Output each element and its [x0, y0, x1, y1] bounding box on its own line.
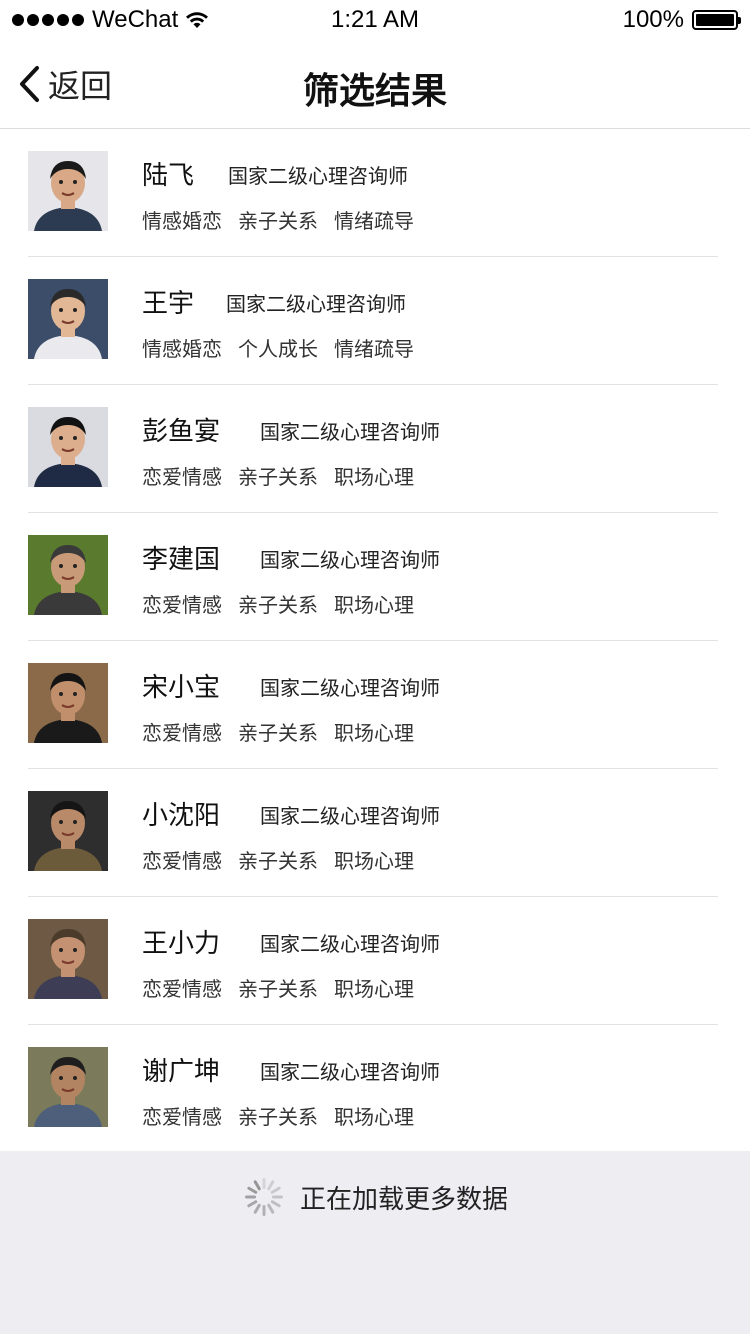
loading-indicator: 正在加载更多数据 — [0, 1175, 750, 1219]
counselor-qualification: 国家二级心理咨询师 — [260, 932, 440, 956]
avatar — [28, 407, 108, 487]
specialty-tag: 恋爱情感 — [142, 977, 222, 1001]
navigation-bar: 返回 筛选结果 — [0, 40, 750, 129]
specialty-tags: 情感婚恋 个人成长 情绪疏导 — [142, 333, 414, 362]
counselor-list-item[interactable]: 谢广坤 国家二级心理咨询师恋爱情感 亲子关系 职场心理 — [28, 1025, 718, 1153]
specialty-tags: 恋爱情感 亲子关系 职场心理 — [142, 1101, 414, 1130]
avatar — [28, 919, 108, 999]
specialty-tag: 亲子关系 — [238, 593, 318, 617]
loading-text: 正在加载更多数据 — [299, 1184, 508, 1215]
status-bar-right: 100% — [622, 6, 741, 34]
avatar — [28, 279, 108, 359]
specialty-tag: 情绪疏导 — [334, 209, 414, 233]
avatar — [28, 535, 108, 615]
specialty-tag: 职场心理 — [334, 849, 414, 873]
avatar — [28, 663, 108, 743]
counselor-name: 王小力 — [142, 929, 221, 959]
specialty-tag: 亲子关系 — [238, 1105, 318, 1129]
specialty-tag: 职场心理 — [334, 977, 414, 1001]
counselor-list-item[interactable]: 王小力 国家二级心理咨询师恋爱情感 亲子关系 职场心理 — [28, 897, 718, 1025]
counselor-qualification: 国家二级心理咨询师 — [228, 164, 408, 188]
specialty-tag: 亲子关系 — [238, 209, 318, 233]
specialty-tag: 恋爱情感 — [142, 593, 222, 617]
counselor-name: 王宇 — [142, 289, 195, 319]
counselor-name: 谢广坤 — [142, 1057, 221, 1087]
counselor-list-item[interactable]: 王宇 国家二级心理咨询师 情感婚恋 个人成长 情绪疏导 — [28, 257, 718, 385]
specialty-tag: 亲子关系 — [238, 849, 318, 873]
status-bar: WeChat 1:21 AM 100% — [0, 0, 750, 40]
specialty-tag: 职场心理 — [334, 593, 414, 617]
counselor-qualification: 国家二级心理咨询师 — [226, 292, 406, 316]
counselor-qualification: 国家二级心理咨询师 — [260, 676, 440, 700]
specialty-tag: 恋爱情感 — [142, 1105, 222, 1129]
counselor-qualification: 国家二级心理咨询师 — [260, 804, 440, 828]
counselor-name: 李建国 — [142, 545, 221, 575]
loading-spinner-icon — [244, 1178, 283, 1216]
specialty-tag: 亲子关系 — [238, 721, 318, 745]
specialty-tag: 情绪疏导 — [334, 337, 414, 361]
avatar — [28, 151, 108, 231]
counselor-qualification: 国家二级心理咨询师 — [260, 1060, 440, 1084]
counselor-list-item[interactable]: 陆飞 国家二级心理咨询师 情感婚恋 亲子关系 情绪疏导 — [28, 129, 718, 257]
specialty-tag: 个人成长 — [238, 337, 318, 361]
counselor-name: 陆飞 — [142, 161, 195, 191]
specialty-tag: 情感婚恋 — [142, 337, 222, 361]
specialty-tag: 情感婚恋 — [142, 209, 222, 233]
specialty-tag: 职场心理 — [334, 721, 414, 745]
page-title: 筛选结果 — [302, 71, 447, 112]
counselor-list-item[interactable]: 宋小宝 国家二级心理咨询师恋爱情感 亲子关系 职场心理 — [28, 641, 718, 769]
counselor-list-item[interactable]: 彭鱼宴 国家二级心理咨询师恋爱情感 亲子关系 职场心理 — [28, 385, 718, 513]
counselor-list-item[interactable]: 小沈阳 国家二级心理咨询师恋爱情感 亲子关系 职场心理 — [28, 769, 718, 897]
counselor-name: 宋小宝 — [142, 673, 221, 703]
specialty-tags: 恋爱情感 亲子关系 职场心理 — [142, 717, 414, 746]
counselor-qualification: 国家二级心理咨询师 — [260, 420, 440, 444]
specialty-tags: 恋爱情感 亲子关系 职场心理 — [142, 845, 414, 874]
avatar — [28, 1047, 108, 1127]
specialty-tags: 情感婚恋 亲子关系 情绪疏导 — [142, 205, 414, 234]
counselor-list: 陆飞 国家二级心理咨询师 情感婚恋 亲子关系 情绪疏导 王宇 国家二级心理咨询师 情感婚恋 个人… — [0, 129, 750, 1153]
load-more-footer: 正在加载更多数据 — [0, 1151, 750, 1334]
specialty-tag: 职场心理 — [334, 1105, 414, 1129]
battery-percentage: 100% — [622, 6, 684, 33]
counselor-qualification: 国家二级心理咨询师 — [260, 548, 440, 572]
avatar — [28, 791, 108, 871]
specialty-tags: 恋爱情感 亲子关系 职场心理 — [142, 589, 414, 618]
counselor-name: 彭鱼宴 — [142, 417, 221, 447]
specialty-tag: 恋爱情感 — [142, 849, 222, 873]
specialty-tags: 恋爱情感 亲子关系 职场心理 — [142, 973, 414, 1002]
specialty-tag: 职场心理 — [334, 465, 414, 489]
specialty-tag: 恋爱情感 — [142, 465, 222, 489]
specialty-tag: 亲子关系 — [238, 465, 318, 489]
specialty-tag: 亲子关系 — [238, 977, 318, 1001]
specialty-tag: 恋爱情感 — [142, 721, 222, 745]
specialty-tags: 恋爱情感 亲子关系 职场心理 — [142, 461, 414, 490]
counselor-name: 小沈阳 — [142, 801, 221, 831]
battery-icon — [692, 10, 741, 30]
counselor-list-item[interactable]: 李建国 国家二级心理咨询师恋爱情感 亲子关系 职场心理 — [28, 513, 718, 641]
